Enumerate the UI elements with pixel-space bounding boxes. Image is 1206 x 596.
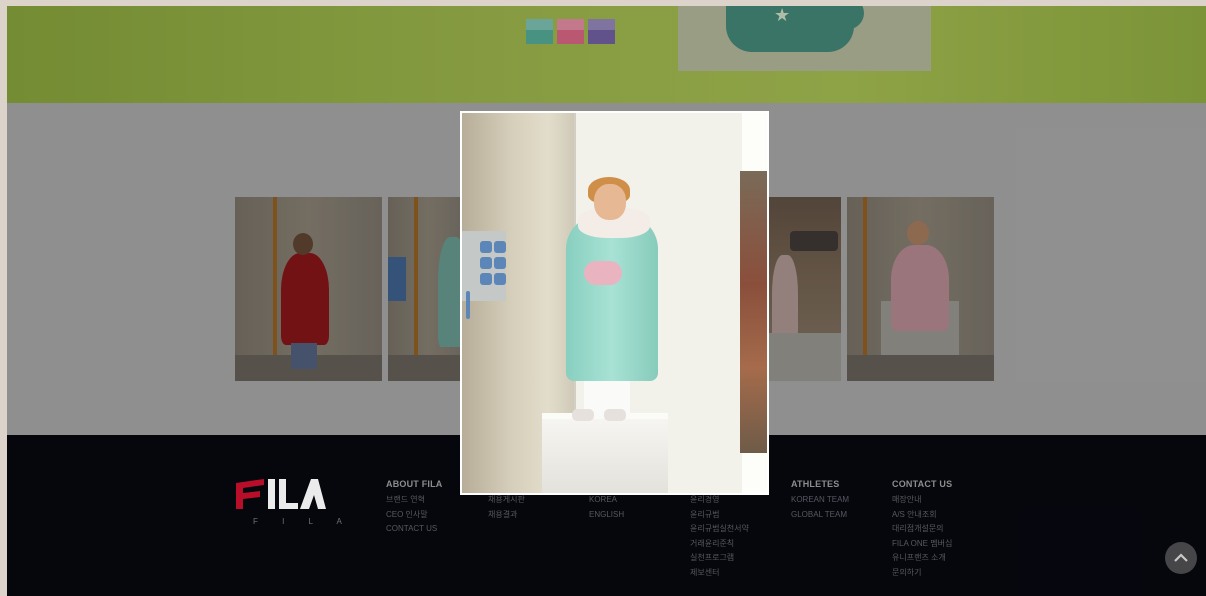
pedestal <box>542 419 668 493</box>
footer-link[interactable]: 채용결과 <box>488 508 525 523</box>
scroll-top-button[interactable] <box>1165 542 1197 574</box>
fila-logo[interactable] <box>234 475 326 511</box>
footer-link[interactable]: 윤리규범 <box>690 508 749 523</box>
logo-tagline: F I L A <box>253 517 353 526</box>
footer-link[interactable]: ENGLISH <box>589 508 624 523</box>
footer-link[interactable]: CEO 인사말 <box>386 508 443 523</box>
lookbook-popup-image[interactable] <box>460 111 769 495</box>
chevron-up-icon <box>1174 553 1188 562</box>
gallery-thumb[interactable] <box>847 197 994 381</box>
footer-link[interactable]: 브랜드 연혁 <box>386 493 443 508</box>
street-photo-edge <box>740 171 767 453</box>
footer-link[interactable]: 윤리규범실천서약 <box>690 522 749 537</box>
footer-heading: CONTACT US <box>892 479 953 489</box>
footer-link[interactable]: GLOBAL TEAM <box>791 508 849 523</box>
mint-down-coat <box>566 215 658 381</box>
wall-pipes <box>462 231 524 319</box>
color-swatches <box>526 19 615 44</box>
product-banner: ★ <box>7 6 1206 103</box>
footer-link[interactable]: FILA ONE 멤버십 <box>892 537 952 552</box>
footer-link[interactable]: 실천프로그램 <box>690 551 749 566</box>
footer-link[interactable]: 제보센터 <box>690 566 749 581</box>
footer-link[interactable]: 거래윤리준칙 <box>690 537 749 552</box>
footer-link[interactable]: 유니프랜즈 소개 <box>892 551 952 566</box>
swatch-pink[interactable] <box>557 19 584 44</box>
footer-link[interactable]: CONTACT US <box>386 522 443 537</box>
footer-link[interactable]: 문의하기 <box>892 566 952 581</box>
gallery-thumb[interactable] <box>768 197 841 381</box>
gallery-thumb[interactable] <box>235 197 382 381</box>
footer-link[interactable]: 채용게시판 <box>488 493 525 508</box>
footer-link[interactable]: 대리점개설문의 <box>892 522 952 537</box>
footer-link[interactable]: A/S 안내조회 <box>892 508 952 523</box>
swatch-mint[interactable] <box>526 19 553 44</box>
footer-col-athletes: ATHLETES KOREAN TEAM GLOBAL TEAM <box>791 479 849 522</box>
footer-link[interactable]: KOREAN TEAM <box>791 493 849 508</box>
swatch-purple[interactable] <box>588 19 615 44</box>
gallery-thumb[interactable] <box>388 197 468 381</box>
footer-col-contact: CONTACT US 매장안내 A/S 안내조회 대리점개설문의 FILA ON… <box>892 479 952 580</box>
footer-link[interactable]: KOREA <box>589 493 624 508</box>
model-figure <box>891 245 949 331</box>
footer-col-about: ABOUT FILA 브랜드 연혁 CEO 인사말 CONTACT US <box>386 479 443 537</box>
footer-heading: ABOUT FILA <box>386 479 443 489</box>
product-image[interactable]: ★ <box>678 6 931 71</box>
footer-link[interactable]: 윤리경영 <box>690 493 749 508</box>
footer-heading: ATHLETES <box>791 479 840 489</box>
pink-waist-bag <box>584 261 622 285</box>
footer-link[interactable]: 매장안내 <box>892 493 952 508</box>
star-icon: ★ <box>774 6 791 25</box>
model-figure <box>281 253 329 345</box>
